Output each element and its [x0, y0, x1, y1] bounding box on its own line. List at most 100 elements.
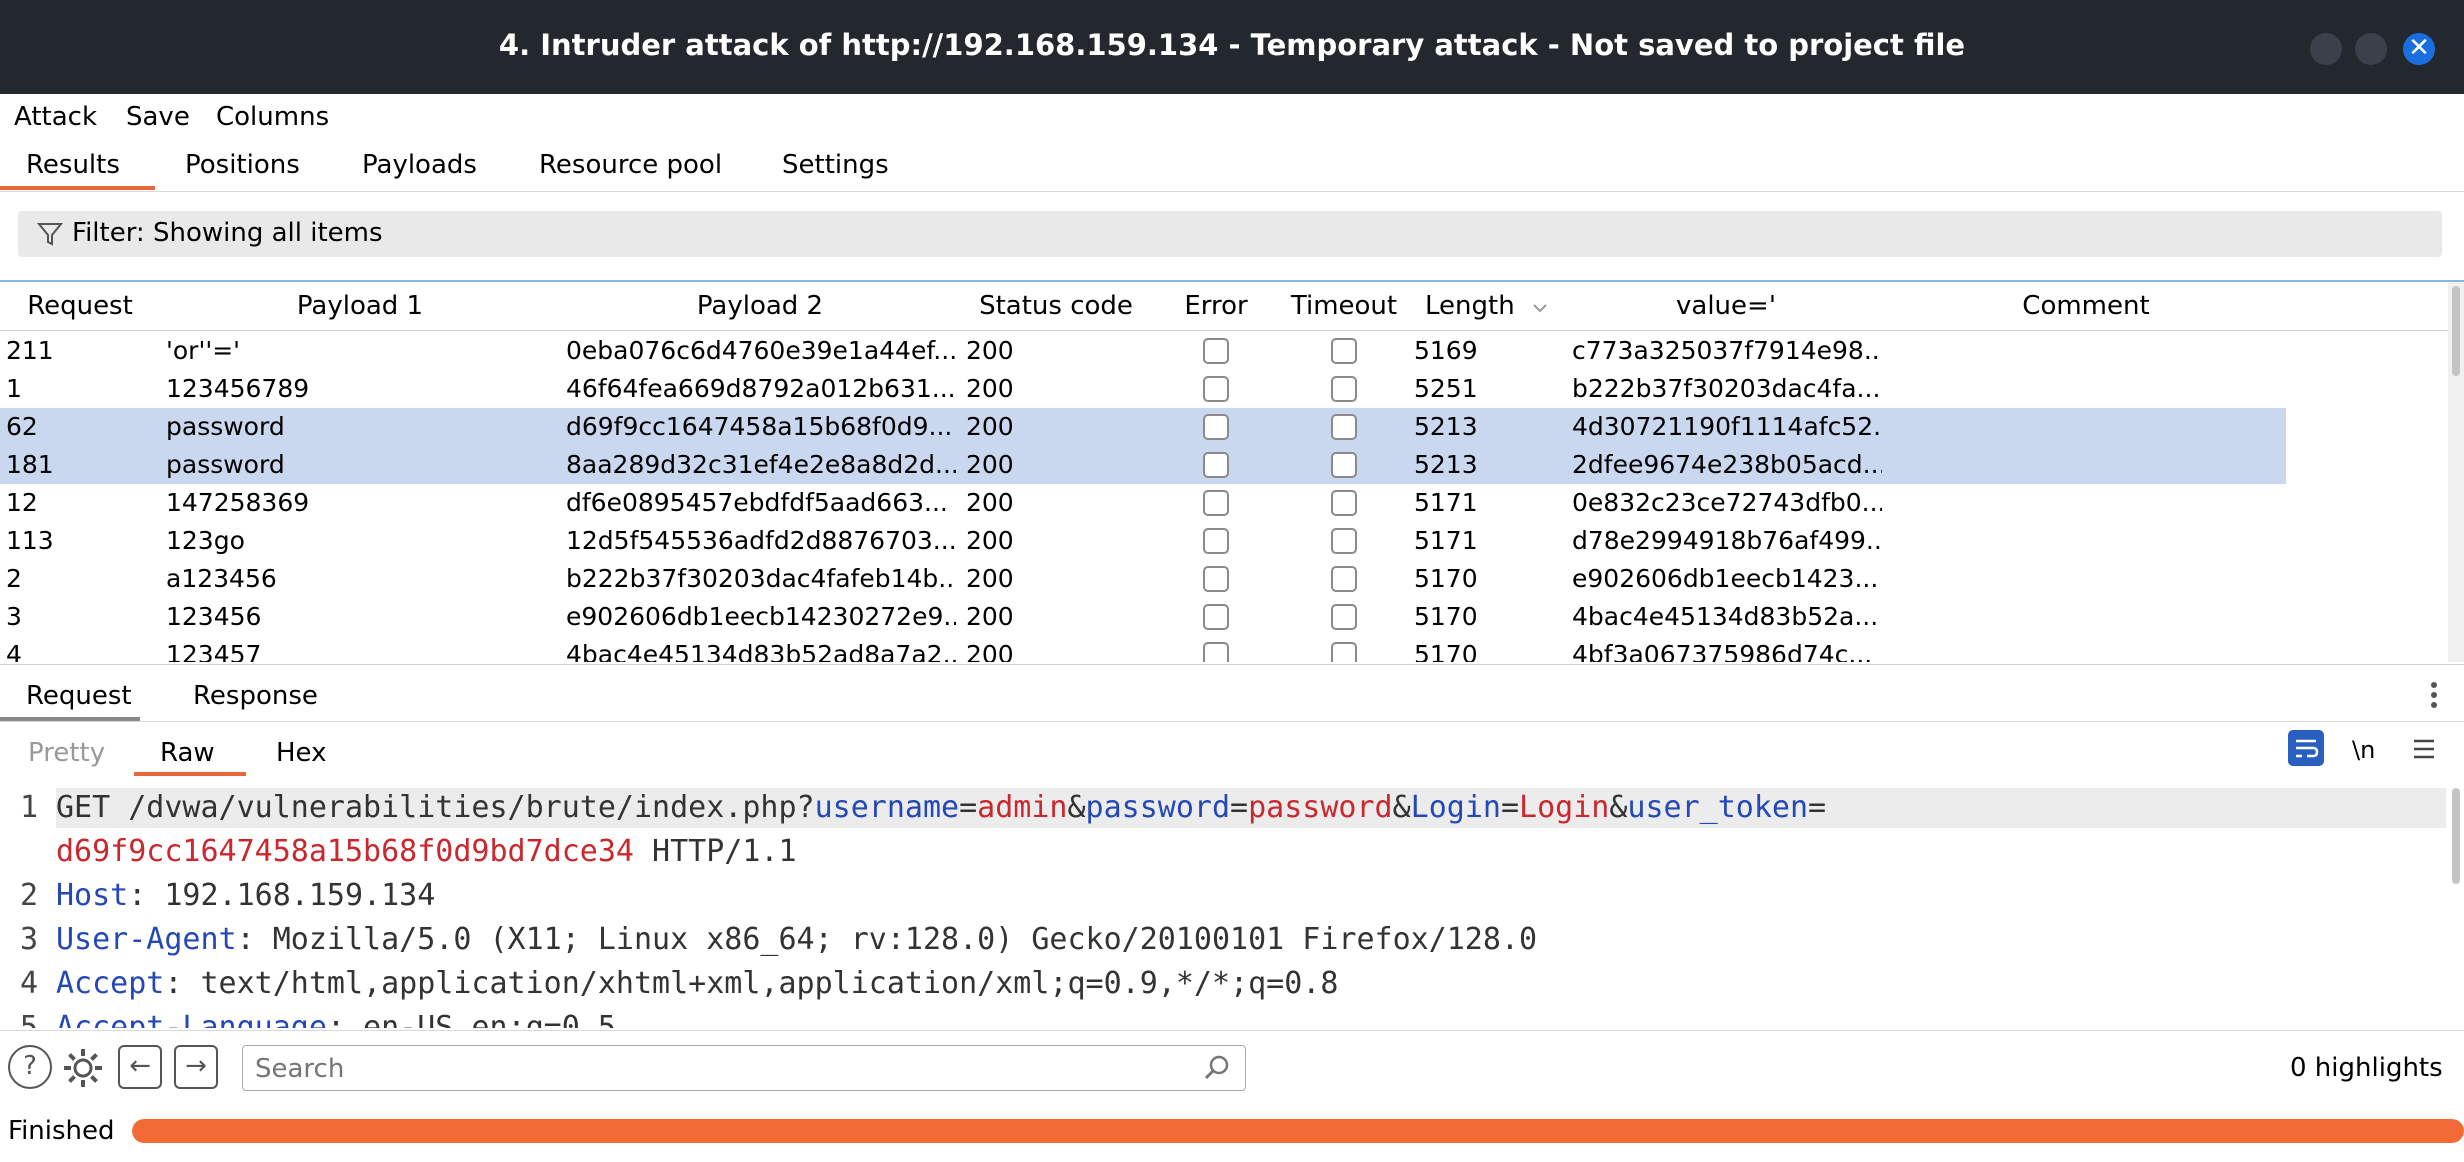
cell-length: 5170: [1414, 564, 1478, 593]
http-key: Host: [56, 878, 129, 913]
search-input[interactable]: [253, 1052, 1177, 1086]
help-icon[interactable]: ?: [8, 1045, 52, 1089]
cell-status: 200: [966, 336, 1014, 365]
search-box[interactable]: [242, 1045, 1246, 1091]
status-bar: Finished: [0, 1106, 2464, 1162]
cell-value: d78e2994918b76af499...: [1572, 526, 1882, 555]
http-text: =: [1808, 790, 1827, 825]
col-header-request[interactable]: Request: [0, 282, 161, 331]
menu-icon[interactable]: [2410, 736, 2438, 762]
editor-line[interactable]: Accept-Language: en-US,en;q=0.5: [56, 1010, 616, 1028]
more-options-icon[interactable]: [2424, 679, 2444, 711]
col-header-comment[interactable]: Comment: [1886, 282, 2287, 331]
table-row[interactable]: 3 123456 e902606db1eecb14230272e9... 200 517…: [0, 598, 2286, 636]
detail-active-tab-indicator: [0, 717, 140, 721]
editor-scrollbar[interactable]: [2450, 778, 2464, 1028]
editor-line[interactable]: d69f9cc1647458a15b68f0d9bd7dce34 HTTP/1.…: [56, 834, 797, 869]
cell-payload2: b222b37f30203dac4fafeb14b...: [566, 564, 956, 593]
gear-icon[interactable]: [60, 1045, 106, 1091]
col-header-timeout[interactable]: Timeout: [1280, 282, 1409, 331]
editor-line[interactable]: GET /dvwa/vulnerabilities/brute/index.ph…: [56, 790, 1826, 825]
tab-response[interactable]: Response: [193, 681, 318, 711]
http-text: &: [1392, 790, 1411, 825]
col-header-payload1[interactable]: Payload 1: [160, 282, 561, 331]
tab-payloads[interactable]: Payloads: [362, 150, 477, 180]
cell-request: 113: [6, 526, 54, 555]
col-header-length[interactable]: Length: [1408, 282, 1567, 331]
menu-attack[interactable]: Attack: [14, 102, 97, 132]
http-key: password: [1085, 790, 1231, 825]
editor-scrollbar-thumb[interactable]: [2452, 788, 2460, 884]
cell-payload2: 4bac4e45134d83b52ad8a7a2...: [566, 640, 956, 662]
attack-tabs: Results Positions Payloads Resource pool…: [0, 142, 2464, 192]
tab-settings[interactable]: Settings: [782, 150, 889, 180]
cell-status: 200: [966, 564, 1014, 593]
view-raw[interactable]: Raw: [160, 738, 215, 768]
cell-request: 181: [6, 450, 54, 479]
maximize-button[interactable]: [2355, 33, 2387, 65]
table-row[interactable]: 211 'or''=' 0eba076c6d4760e39e1a44ef... 200…: [0, 332, 2286, 370]
table-scrollbar-thumb[interactable]: [2452, 286, 2460, 376]
cell-payload1: 123457: [166, 640, 262, 662]
wrap-lines-toggle[interactable]: [2288, 730, 2324, 766]
newline-toggle[interactable]: \n: [2352, 736, 2375, 764]
cell-length: 5213: [1414, 412, 1478, 441]
table-row[interactable]: 62 password d69f9cc1647458a15b68f0d9... 200…: [0, 408, 2286, 446]
cell-status: 200: [966, 488, 1014, 517]
cell-length: 5171: [1414, 488, 1478, 517]
menu-save[interactable]: Save: [126, 102, 190, 132]
error-checkbox: [1203, 642, 1229, 662]
cell-length: 5213: [1414, 450, 1478, 479]
table-row[interactable]: 1 123456789 46f64fea669d8792a012b631... 200…: [0, 370, 2286, 408]
http-text: HTTP/1.1: [633, 834, 797, 869]
cell-payload2: d69f9cc1647458a15b68f0d9...: [566, 412, 953, 441]
forward-arrow-icon[interactable]: →: [174, 1045, 218, 1089]
table-row[interactable]: 181 password 8aa289d32c31ef4e2e8a8d2d... 20…: [0, 446, 2286, 484]
cell-request: 211: [6, 336, 54, 365]
editor-line[interactable]: Accept: text/html,application/xhtml+xml,…: [56, 966, 1338, 1001]
view-pretty[interactable]: Pretty: [28, 738, 105, 768]
editor-line[interactable]: Host: 192.168.159.134: [56, 878, 435, 913]
error-checkbox: [1203, 338, 1229, 364]
error-checkbox: [1203, 566, 1229, 592]
close-button[interactable]: ✕: [2403, 33, 2435, 65]
line-number: 2: [20, 878, 39, 913]
cell-payload1: 123go: [166, 526, 245, 555]
table-row[interactable]: 113 123go 12d5f545536adfd2d8876703... 200 51…: [0, 522, 2286, 560]
cell-payload1: a123456: [166, 564, 277, 593]
menu-columns[interactable]: Columns: [216, 102, 329, 132]
col-header-value[interactable]: value=': [1566, 282, 1887, 331]
filter-bar[interactable]: Filter: Showing all items: [18, 211, 2442, 257]
cell-status: 200: [966, 526, 1014, 555]
request-editor[interactable]: 1 GET /dvwa/vulnerabilities/brute/index.p…: [0, 778, 2464, 1028]
window-title: 4. Intruder attack of http://192.168.159…: [498, 28, 1966, 62]
timeout-checkbox: [1331, 490, 1357, 516]
tab-positions[interactable]: Positions: [185, 150, 300, 180]
tab-resource-pool[interactable]: Resource pool: [539, 150, 722, 180]
cell-request: 62: [6, 412, 38, 441]
table-row[interactable]: 4 123457 4bac4e45134d83b52ad8a7a2... 200 517…: [0, 636, 2286, 662]
table-row[interactable]: 12 147258369 df6e0895457ebdfdf5aad663... 20…: [0, 484, 2286, 522]
status-text: Finished: [8, 1116, 115, 1146]
cell-value: b222b37f30203dac4fa...: [1572, 374, 1881, 403]
col-header-payload2[interactable]: Payload 2: [560, 282, 961, 331]
http-key: Accept: [56, 966, 165, 1001]
view-hex[interactable]: Hex: [276, 738, 326, 768]
error-checkbox: [1203, 528, 1229, 554]
col-header-status-code[interactable]: Status code: [960, 282, 1153, 331]
table-row[interactable]: 2 a123456 b222b37f30203dac4fafeb14b... 200 5…: [0, 560, 2286, 598]
view-active-indicator: [134, 772, 246, 776]
col-header-error[interactable]: Error: [1152, 282, 1281, 331]
editor-line[interactable]: User-Agent: Mozilla/5.0 (X11; Linux x86_…: [56, 922, 1537, 957]
filter-text: Filter: Showing all items: [72, 218, 383, 248]
title-bar: 4. Intruder attack of http://192.168.159…: [0, 0, 2464, 94]
tab-results[interactable]: Results: [26, 150, 120, 180]
minimize-button[interactable]: [2310, 33, 2342, 65]
cell-length: 5169: [1414, 336, 1478, 365]
results-table: Request Payload 1 Payload 2 Status code …: [0, 280, 2464, 662]
http-text: =: [1500, 790, 1520, 825]
tab-request[interactable]: Request: [26, 681, 132, 711]
progress-fill: [132, 1119, 2464, 1143]
table-scrollbar[interactable]: [2448, 282, 2464, 662]
back-arrow-icon[interactable]: ←: [118, 1045, 162, 1089]
